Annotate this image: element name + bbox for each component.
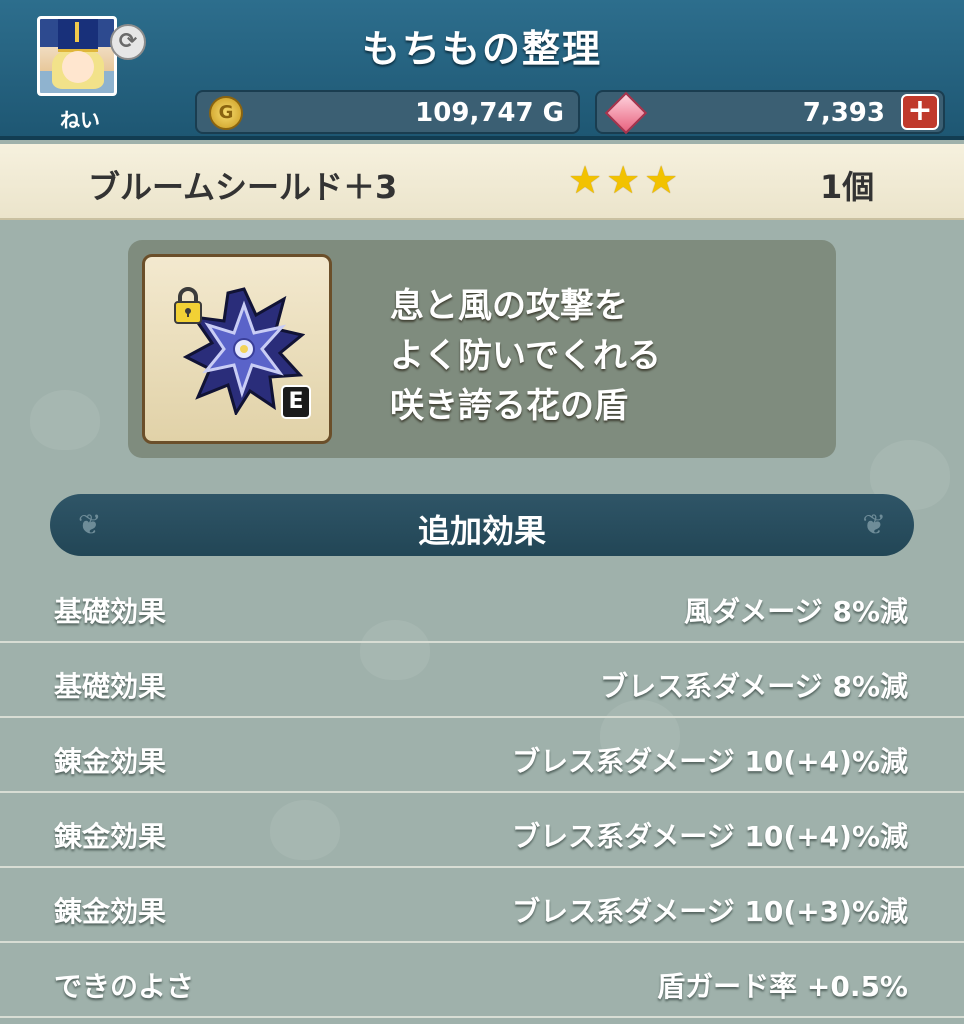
ornament-right-icon: ❦	[862, 508, 886, 541]
item-name: ブルームシールド＋3	[88, 168, 398, 206]
avatar-hat	[58, 19, 98, 52]
effect-row: 錬金効果 ブレス系ダメージ 10(+4)%減	[0, 793, 964, 868]
item-icon-frame[interactable]: E	[142, 254, 332, 444]
effect-value: ブレス系ダメージ 10(+4)%減	[512, 745, 908, 778]
item-detail-panel: E 息と風の攻撃を よく防いでくれる 咲き誇る花の盾	[128, 240, 836, 458]
effect-label: 錬金効果	[54, 745, 167, 778]
avatar[interactable]	[37, 16, 117, 96]
gold-coin-icon: G	[209, 96, 243, 130]
top-header: もちもの整理 ⟳ ねい G 109,747 G 7,393 +	[0, 0, 964, 140]
background-decoration	[30, 390, 100, 450]
add-gems-button[interactable]: +	[901, 94, 939, 130]
effect-label: 基礎効果	[54, 595, 167, 628]
effects-section-header: ❦ 追加効果 ❦	[50, 494, 914, 556]
avatar-face	[62, 51, 94, 83]
gem-display: 7,393 +	[595, 90, 945, 135]
rarity-stars: ★★★	[568, 158, 683, 202]
gold-amount: 109,747 G	[415, 98, 564, 128]
item-description-line: 息と風の攻撃を	[390, 286, 628, 326]
effect-label: できのよさ	[54, 970, 195, 1003]
lock-icon	[174, 287, 202, 324]
effect-label: 錬金効果	[54, 895, 167, 928]
effect-value: ブレス系ダメージ 10(+3)%減	[512, 895, 908, 928]
item-description-line: よく防いでくれる	[390, 336, 661, 376]
effect-value: ブレス系ダメージ 10(+4)%減	[512, 820, 908, 853]
effect-label: 基礎効果	[54, 670, 167, 703]
effect-row: できのよさ 盾ガード率 +0.5%	[0, 943, 964, 1018]
item-description-line: 咲き誇る花の盾	[390, 386, 628, 426]
swap-icon[interactable]: ⟳	[110, 24, 146, 60]
effect-row: 基礎効果 風ダメージ 8%減	[0, 568, 964, 643]
equipped-badge: E	[281, 385, 311, 419]
effect-row: 基礎効果 ブレス系ダメージ 8%減	[0, 643, 964, 718]
item-name-bar: ブルームシールド＋3 ★★★ 1個	[0, 144, 964, 220]
effect-value: ブレス系ダメージ 8%減	[600, 670, 908, 703]
effect-row: 錬金効果 ブレス系ダメージ 10(+3)%減	[0, 868, 964, 943]
effect-row: 錬金効果 ブレス系ダメージ 10(+4)%減	[0, 718, 964, 793]
item-count: 1個	[820, 168, 875, 206]
gem-icon	[604, 91, 648, 135]
effect-value: 風ダメージ 8%減	[684, 595, 908, 628]
effect-value: 盾ガード率 +0.5%	[657, 970, 908, 1003]
gold-display: G 109,747 G	[195, 90, 580, 134]
effect-label: 錬金効果	[54, 820, 167, 853]
gem-amount: 7,393	[802, 98, 885, 128]
player-name: ねい	[60, 108, 100, 132]
plus-icon: +	[907, 93, 933, 128]
effects-title: 追加効果	[417, 512, 546, 550]
